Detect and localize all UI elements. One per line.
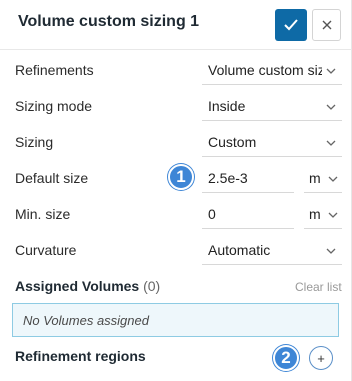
default-size-label: Default size: [15, 170, 89, 186]
panel-title: Volume custom sizing 1: [18, 13, 200, 30]
sizing-mode-select[interactable]: Inside: [202, 91, 342, 121]
sizing-mode-value: Inside: [208, 98, 246, 114]
refinement-regions-title: Refinement regions: [15, 348, 146, 364]
sizing-mode-label: Sizing mode: [15, 98, 93, 114]
min-size-label: Min. size: [15, 206, 71, 222]
default-size-input[interactable]: 2.5e-3: [202, 163, 294, 193]
curvature-label: Curvature: [15, 242, 77, 258]
assigned-volumes-empty-text: No Volumes assigned: [23, 313, 149, 328]
chevron-down-icon: [328, 176, 338, 182]
sizing-select[interactable]: Custom: [202, 127, 342, 157]
check-icon: [284, 19, 298, 31]
confirm-button[interactable]: [275, 9, 307, 41]
default-size-value: 2.5e-3: [208, 170, 248, 186]
step-badge-1: 1: [168, 164, 194, 190]
panel-header: Volume custom sizing 1: [0, 0, 352, 50]
properties-panel: Volume custom sizing 1 Refinements Volum…: [0, 0, 352, 381]
sizing-label: Sizing: [15, 134, 54, 150]
refinements-label: Refinements: [15, 62, 94, 78]
clear-list-link[interactable]: Clear list: [295, 280, 342, 294]
refinements-row: Refinements Volume custom sizing 1: [0, 53, 352, 89]
refinements-value: Volume custom sizing 1: [208, 62, 322, 78]
assigned-volumes-dropzone[interactable]: No Volumes assigned: [12, 303, 339, 337]
default-size-unit: m: [309, 170, 321, 186]
min-size-input[interactable]: 0: [202, 199, 294, 229]
min-size-unit-select[interactable]: m: [304, 199, 342, 229]
close-button[interactable]: [312, 9, 341, 41]
close-icon: [322, 20, 331, 30]
chevron-down-icon: [326, 248, 336, 254]
default-size-row: Default size 1 2.5e-3 m: [0, 161, 352, 197]
chevron-down-icon: [326, 140, 336, 146]
assigned-volumes-label: Assigned Volumes: [15, 278, 140, 294]
default-size-unit-select[interactable]: m: [304, 163, 342, 193]
sizing-row: Sizing Custom: [0, 125, 352, 161]
refinements-select[interactable]: Volume custom sizing 1: [202, 55, 342, 85]
min-size-row: Min. size 0 m: [0, 197, 352, 233]
sizing-value: Custom: [208, 134, 257, 150]
curvature-value: Automatic: [208, 242, 271, 258]
curvature-select[interactable]: Automatic: [202, 235, 342, 265]
chevron-down-icon: [326, 68, 336, 74]
chevron-down-icon: [328, 212, 338, 218]
chevron-down-icon: [326, 104, 336, 110]
sizing-mode-row: Sizing mode Inside: [0, 89, 352, 125]
assigned-volumes-title: Assigned Volumes (0): [15, 278, 160, 294]
add-refinement-region-button[interactable]: +: [309, 346, 333, 370]
curvature-row: Curvature Automatic: [0, 233, 352, 269]
assigned-volumes-count: (0): [143, 278, 161, 294]
step-badge-2: 2: [273, 345, 299, 371]
plus-icon: +: [317, 350, 325, 366]
min-size-value: 0: [208, 206, 216, 222]
min-size-unit: m: [309, 206, 321, 222]
